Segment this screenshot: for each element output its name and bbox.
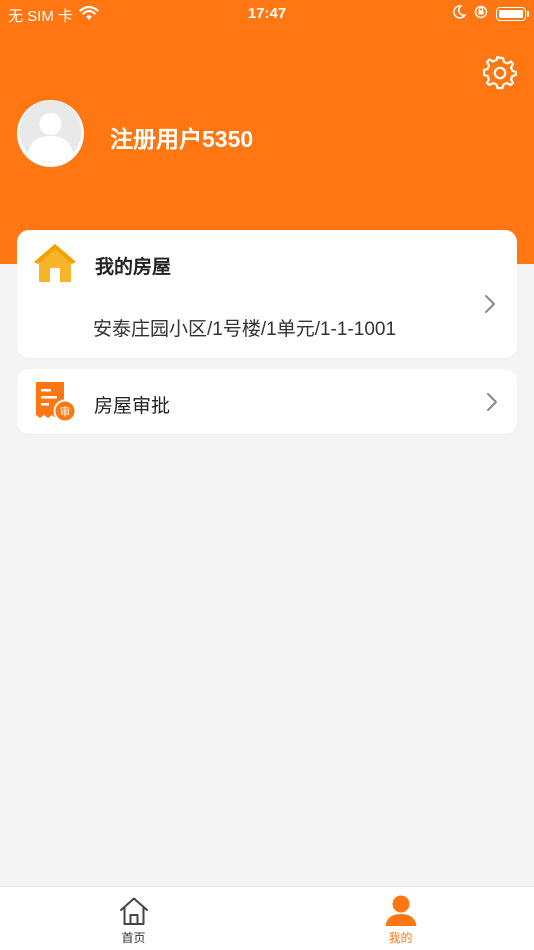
orientation-lock-icon [474, 5, 488, 23]
default-avatar-icon [17, 100, 84, 167]
settings-button[interactable] [480, 54, 520, 95]
gear-icon [482, 54, 518, 95]
status-bar: 无 SIM 卡 17:47 [0, 0, 534, 28]
approval-badge-text: 审 [60, 405, 71, 419]
tab-bar: 首页 我的 [0, 886, 534, 950]
house-approval-label: 房屋审批 [94, 396, 171, 417]
moon-icon [453, 5, 467, 23]
tab-home[interactable]: 首页 [0, 887, 267, 950]
battery-icon [496, 7, 529, 21]
chevron-right-icon [485, 392, 499, 412]
my-house-card[interactable]: 我的房屋 安泰庄园小区/1号楼/1单元/1-1-1001 [17, 230, 517, 358]
house-approval-card[interactable]: 审 房屋审批 [17, 369, 517, 434]
person-icon [384, 895, 418, 927]
house-address: 安泰庄园小区/1号楼/1单元/1-1-1001 [93, 319, 397, 340]
tab-mine-label: 我的 [388, 931, 413, 945]
tab-home-label: 首页 [121, 931, 146, 945]
tab-mine[interactable]: 我的 [267, 887, 534, 950]
my-house-title: 我的房屋 [95, 257, 172, 278]
approval-document-icon: 审 [33, 380, 77, 424]
home-icon [117, 895, 151, 927]
avatar[interactable] [17, 100, 84, 167]
username[interactable]: 注册用户5350 [110, 120, 253, 154]
chevron-right-icon [483, 294, 497, 314]
house-icon [32, 240, 78, 286]
status-bar-right [453, 5, 529, 23]
